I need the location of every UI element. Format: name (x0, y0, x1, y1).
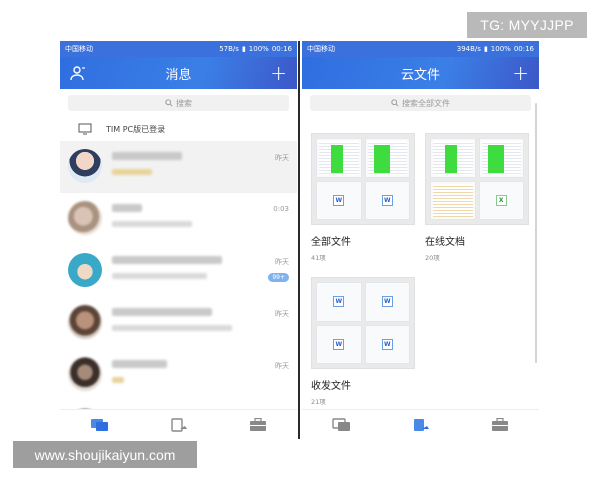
folder-grid: W W 全部文件 41项 X 在线文档 20项 W W W W 收发文件 21项 (302, 117, 539, 417)
panel-divider (298, 41, 300, 439)
chat-item[interactable]: 昨天 (60, 349, 297, 401)
battery-level: 100% (490, 45, 511, 53)
scrollbar[interactable] (535, 103, 537, 363)
avatar (68, 253, 102, 287)
folder-all-files[interactable]: W W 全部文件 41项 (311, 133, 415, 262)
tab-workspace[interactable] (248, 417, 268, 432)
folder-count: 41项 (311, 254, 326, 262)
tab-messages[interactable] (90, 418, 110, 432)
chat-item[interactable]: 昨天 99+ (60, 245, 297, 297)
chat-time: 0:03 (273, 205, 289, 213)
unread-badge: 99+ (268, 273, 289, 282)
folder-thumbnail: W W (311, 133, 415, 225)
search-placeholder: 搜索 (176, 98, 192, 108)
monitor-icon (78, 123, 92, 135)
network-speed: 394B/s (456, 45, 481, 53)
word-doc-icon: W (333, 338, 345, 350)
files-icon (413, 418, 429, 431)
page-title: 消息 (165, 67, 192, 83)
search-placeholder: 搜索全部文件 (402, 98, 450, 108)
page-title: 云文件 (400, 67, 440, 83)
folder-count: 20项 (425, 254, 440, 262)
avatar (68, 149, 102, 183)
signal-icon: ▮ (241, 45, 246, 53)
briefcase-icon (249, 417, 266, 431)
contacts-icon[interactable] (70, 65, 86, 81)
tab-workspace[interactable] (490, 417, 510, 432)
excel-doc-icon: X (495, 194, 507, 206)
top-nav-bar: 云文件 + (302, 57, 539, 89)
bottom-tab-bar (302, 409, 539, 439)
folder-name: 全部文件 (311, 237, 351, 248)
network-speed: 57B/s (219, 45, 239, 53)
chat-item[interactable]: 昨天 (60, 141, 297, 193)
avatar (68, 305, 102, 339)
status-bar: 中国移动 57B/s ▮ 100% 00:16 (60, 41, 297, 57)
tab-files[interactable] (411, 418, 431, 432)
chat-time: 昨天 (275, 310, 289, 318)
bottom-tab-bar (60, 409, 297, 439)
search-input[interactable]: 搜索 (68, 95, 289, 111)
folder-thumbnail: X (425, 133, 529, 225)
status-bar: 中国移动 394B/s ▮ 100% 00:16 (302, 41, 539, 57)
battery-level: 100% (248, 45, 269, 53)
pc-login-banner[interactable]: TIM PC版已登录 (60, 117, 297, 141)
avatar (68, 201, 102, 235)
tg-watermark: TG: MYYJJPP (467, 12, 587, 38)
chat-item[interactable]: 昨天 (60, 297, 297, 349)
files-icon (170, 417, 187, 432)
folder-count: 21项 (311, 398, 326, 406)
screenshot-canvas: TG: MYYJJPP 中国移动 57B/s ▮ 100% 00:16 消息 +… (0, 0, 600, 480)
top-nav-bar: 消息 + (60, 57, 297, 89)
chat-time: 昨天 (275, 154, 289, 162)
add-icon[interactable]: + (512, 63, 529, 83)
tab-files[interactable] (169, 417, 189, 432)
carrier-label: 中国移动 (307, 45, 335, 53)
messages-icon (331, 417, 350, 431)
word-doc-icon: W (333, 194, 345, 206)
signal-icon: ▮ (483, 45, 488, 53)
tab-messages[interactable] (331, 417, 352, 432)
site-watermark: www.shoujikaiyun.com (13, 441, 197, 468)
search-icon (391, 99, 399, 107)
chat-time: 昨天 (275, 362, 289, 370)
search-input[interactable]: 搜索全部文件 (310, 95, 531, 111)
carrier-label: 中国移动 (65, 45, 93, 53)
folder-online-docs[interactable]: X 在线文档 20项 (425, 133, 529, 262)
briefcase-icon (491, 417, 508, 431)
folder-sent-received[interactable]: W W W W 收发文件 21项 (311, 277, 415, 406)
add-icon[interactable]: + (270, 63, 287, 83)
status-time: 00:16 (271, 45, 292, 53)
search-icon (165, 99, 173, 107)
phone-messages: 中国移动 57B/s ▮ 100% 00:16 消息 + 搜索 TIM PC版已… (60, 41, 297, 439)
phone-cloud-files: 中国移动 394B/s ▮ 100% 00:16 云文件 + 搜索全部文件 W (302, 41, 539, 439)
folder-thumbnail: W W W W (311, 277, 415, 369)
status-time: 00:16 (513, 45, 534, 53)
chat-item[interactable]: 0:03 (60, 193, 297, 245)
word-doc-icon: W (333, 296, 345, 308)
word-doc-icon: W (381, 338, 393, 350)
folder-name: 收发文件 (311, 381, 351, 392)
word-doc-icon: W (381, 194, 393, 206)
chat-time: 昨天 (275, 258, 289, 266)
pc-login-text: TIM PC版已登录 (106, 124, 166, 134)
messages-icon (90, 418, 108, 431)
word-doc-icon: W (381, 296, 393, 308)
avatar (68, 357, 102, 391)
folder-name: 在线文档 (425, 237, 465, 248)
